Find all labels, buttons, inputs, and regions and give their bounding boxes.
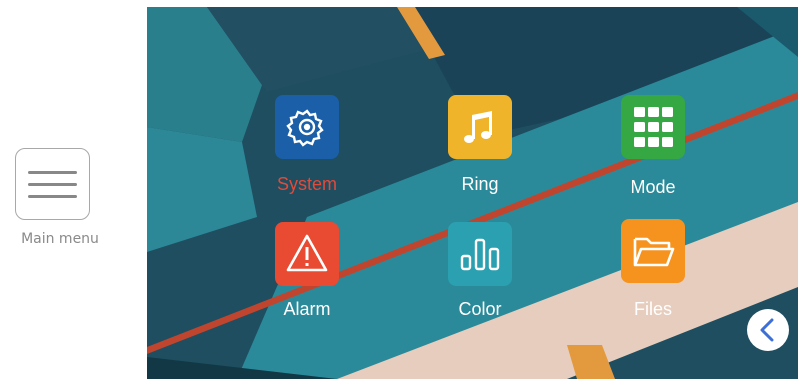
back-button[interactable] — [747, 309, 789, 351]
ring-app-label: Ring — [461, 174, 499, 194]
mode-app-button[interactable] — [621, 95, 685, 159]
folder-icon — [621, 219, 685, 283]
color-app-label: Color — [458, 299, 502, 319]
music-note-icon — [448, 95, 512, 159]
alarm-app-label: Alarm — [283, 299, 331, 319]
bars-icon — [448, 222, 512, 286]
ring-app-button[interactable] — [448, 95, 512, 159]
warning-icon — [275, 222, 339, 286]
sidebar: Main menu — [0, 0, 147, 379]
gear-icon — [275, 95, 339, 159]
main-menu-label: Main menu — [21, 231, 99, 247]
main-menu-button[interactable] — [15, 148, 90, 220]
system-app-button[interactable] — [275, 95, 339, 159]
system-app-label: System — [276, 174, 337, 194]
mode-app-label: Mode — [630, 177, 676, 197]
files-app-button[interactable] — [621, 219, 685, 283]
color-app-button[interactable] — [448, 222, 512, 286]
chevron-left-icon — [760, 318, 774, 342]
grid-icon — [621, 95, 685, 159]
files-app-label: Files — [633, 299, 672, 319]
alarm-app-button[interactable] — [275, 222, 339, 286]
home-screen: System Ring Mode Alarm Color Files — [147, 7, 798, 379]
